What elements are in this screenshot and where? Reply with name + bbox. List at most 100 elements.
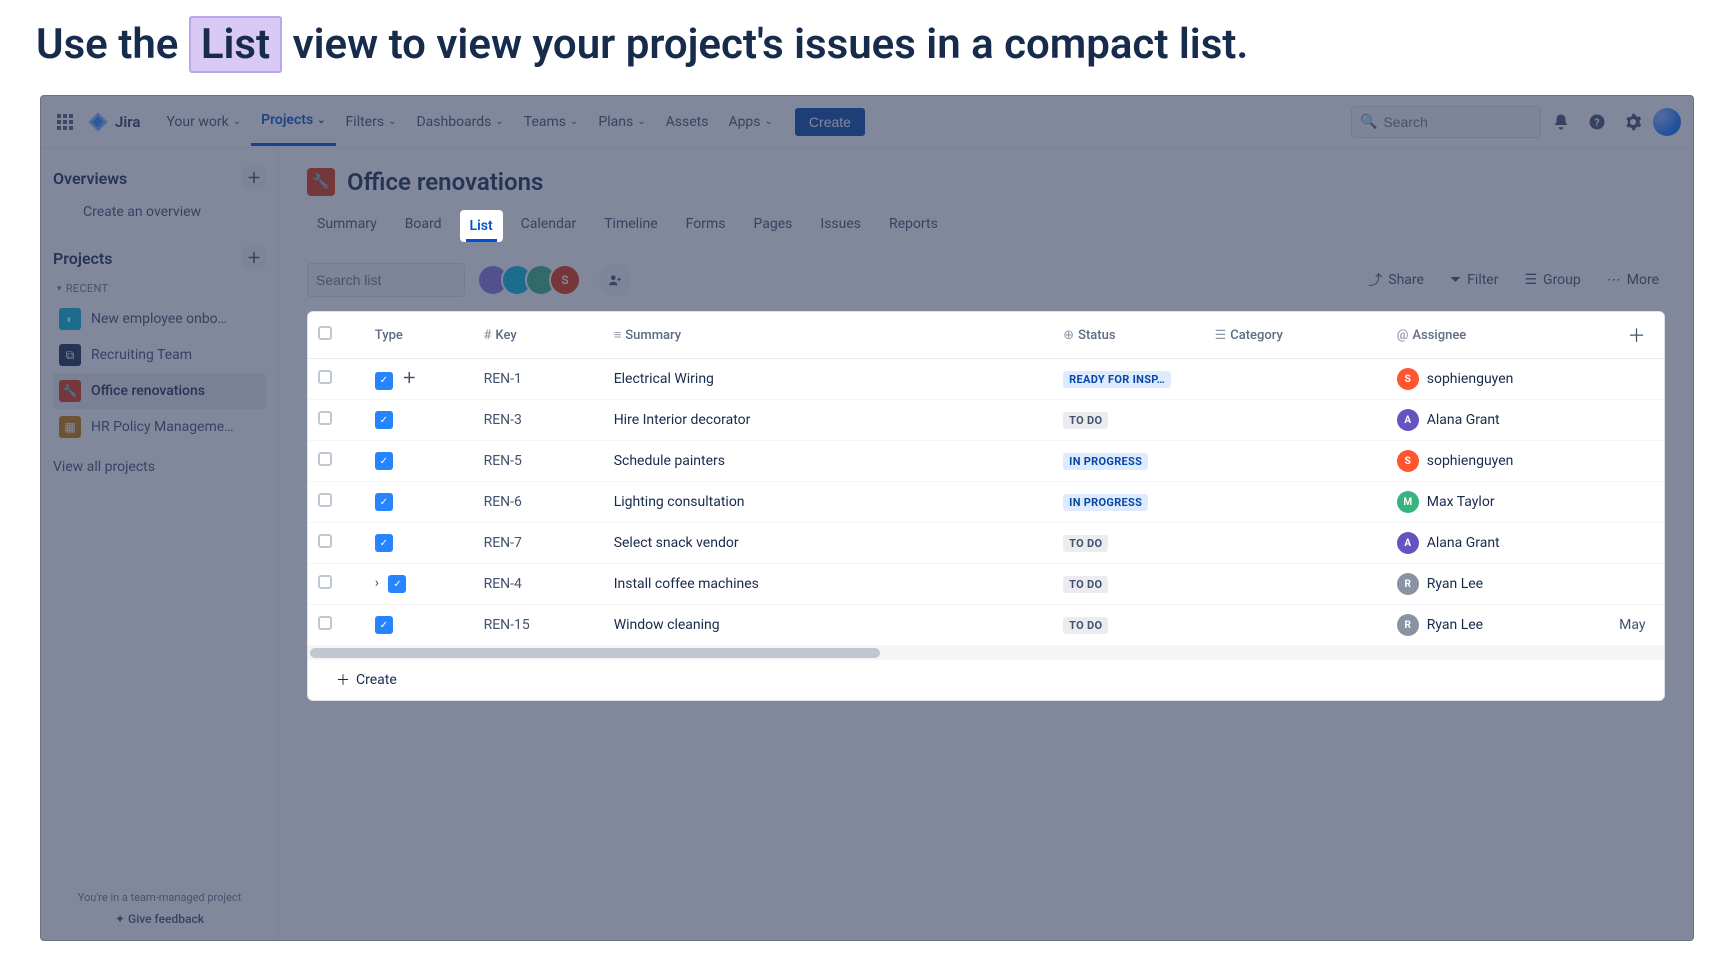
issue-summary[interactable]: Hire Interior decorator [604,400,1053,441]
horizontal-scrollbar[interactable] [308,646,1664,660]
issue-summary[interactable]: Window cleaning [604,605,1053,646]
nav-item[interactable]: Your work⌄ [156,97,251,146]
col-assignee[interactable]: @Assignee [1387,312,1609,359]
expand-icon[interactable]: › [375,575,379,591]
category-cell[interactable] [1205,605,1387,646]
issue-key[interactable]: REN-4 [474,564,604,605]
row-checkbox[interactable] [318,411,332,425]
tab-list[interactable]: List [460,210,503,242]
issue-summary[interactable]: Select snack vendor [604,523,1053,564]
row-checkbox[interactable] [318,493,332,507]
search-list-input[interactable] [316,272,497,288]
issue-key[interactable]: REN-7 [474,523,604,564]
issue-summary[interactable]: Electrical Wiring [604,359,1053,400]
col-key[interactable]: #Key [474,312,604,359]
col-status[interactable]: ⊕Status [1053,312,1204,359]
table-row[interactable]: REN-6 Lighting consultation IN PROGRESS … [308,482,1664,523]
avatar[interactable]: S [549,264,581,296]
create-overview-link[interactable]: Create an overview [53,196,266,228]
tab-summary[interactable]: Summary [307,210,387,242]
nav-item[interactable]: Dashboards⌄ [406,97,513,146]
category-cell[interactable] [1205,523,1387,564]
nav-item[interactable]: Plans⌄ [588,97,655,146]
status-badge[interactable]: IN PROGRESS [1063,453,1148,470]
col-type[interactable]: Type [365,312,474,359]
app-switcher-icon[interactable] [53,110,77,134]
add-overview-button[interactable]: ＋ [242,166,266,190]
nav-item[interactable]: Teams⌄ [514,97,589,146]
status-badge[interactable]: TO DO [1063,576,1108,593]
table-row[interactable]: › REN-4 Install coffee machines TO DO R … [308,564,1664,605]
table-row[interactable]: REN-3 Hire Interior decorator TO DO A Al… [308,400,1664,441]
row-checkbox[interactable] [318,616,332,630]
assignee-cell[interactable]: A Alana Grant [1397,409,1599,431]
issue-summary[interactable]: Lighting consultation [604,482,1053,523]
share-button[interactable]: ⤴Share [1362,266,1430,294]
sidebar-project-item[interactable]: 🔧Office renovations [53,373,266,409]
sidebar-project-item[interactable]: ⧉Recruiting Team [53,337,266,373]
row-checkbox[interactable] [318,575,332,589]
table-row[interactable]: REN-7 Select snack vendor TO DO A Alana … [308,523,1664,564]
tab-reports[interactable]: Reports [879,210,948,242]
profile-avatar[interactable] [1653,108,1681,136]
add-subtask-icon[interactable]: ＋ [402,371,416,387]
jira-brand[interactable]: Jira [87,111,140,133]
nav-item[interactable]: Apps⌄ [718,97,782,146]
row-checkbox[interactable] [318,534,332,548]
status-badge[interactable]: TO DO [1063,412,1108,429]
add-column-button[interactable]: ＋ [1609,312,1664,359]
issue-summary[interactable]: Schedule painters [604,441,1053,482]
tab-forms[interactable]: Forms [676,210,736,242]
issue-key[interactable]: REN-15 [474,605,604,646]
sidebar-project-item[interactable]: ▦HR Policy Manageme… [53,409,266,445]
issue-key[interactable]: REN-1 [474,359,604,400]
view-all-projects-link[interactable]: View all projects [53,451,266,483]
col-summary[interactable]: ≡Summary [604,312,1053,359]
create-issue-row[interactable]: ＋Create [308,660,1664,700]
group-button[interactable]: ☰Group [1518,268,1586,292]
issue-summary[interactable]: Install coffee machines [604,564,1053,605]
assignee-cell[interactable]: R Ryan Lee [1397,573,1599,595]
row-checkbox[interactable] [318,370,332,384]
tab-issues[interactable]: Issues [810,210,871,242]
assignee-cell[interactable]: M Max Taylor [1397,491,1599,513]
filter-button[interactable]: ⏷Filter [1444,268,1505,292]
global-search[interactable]: 🔍 [1351,106,1541,138]
category-cell[interactable] [1205,564,1387,605]
nav-item[interactable]: Assets [656,97,719,146]
notifications-icon[interactable] [1545,106,1577,138]
assignee-cell[interactable]: S sophienguyen [1397,368,1599,390]
category-cell[interactable] [1205,359,1387,400]
tab-board[interactable]: Board [395,210,452,242]
give-feedback-link[interactable]: ✦ Give feedback [53,912,266,926]
nav-item[interactable]: Filters⌄ [336,97,407,146]
issue-key[interactable]: REN-5 [474,441,604,482]
add-project-button[interactable]: ＋ [242,246,266,270]
status-badge[interactable]: IN PROGRESS [1063,494,1148,511]
table-row[interactable]: REN-15 Window cleaning TO DO R Ryan Lee … [308,605,1664,646]
tab-pages[interactable]: Pages [743,210,802,242]
table-row[interactable]: REN-5 Schedule painters IN PROGRESS S so… [308,441,1664,482]
settings-icon[interactable] [1617,106,1649,138]
tab-calendar[interactable]: Calendar [511,210,587,242]
category-cell[interactable] [1205,482,1387,523]
assignee-cell[interactable]: A Alana Grant [1397,532,1599,554]
assignee-cell[interactable]: R Ryan Lee [1397,614,1599,636]
row-checkbox[interactable] [318,452,332,466]
select-all-checkbox[interactable] [318,326,332,340]
status-badge[interactable]: TO DO [1063,617,1108,634]
more-button[interactable]: ⋯More [1601,268,1665,292]
create-button[interactable]: Create [795,108,865,136]
nav-item[interactable]: Projects⌄ [251,97,335,146]
tab-timeline[interactable]: Timeline [594,210,667,242]
assignee-cell[interactable]: S sophienguyen [1397,450,1599,472]
category-cell[interactable] [1205,400,1387,441]
col-category[interactable]: ☰Category [1205,312,1387,359]
global-search-input[interactable] [1383,114,1564,130]
status-badge[interactable]: TO DO [1063,535,1108,552]
help-icon[interactable]: ? [1581,106,1613,138]
issue-key[interactable]: REN-3 [474,400,604,441]
table-row[interactable]: ＋ REN-1 Electrical Wiring READY FOR INSP… [308,359,1664,400]
add-member-button[interactable] [599,264,631,296]
category-cell[interactable] [1205,441,1387,482]
